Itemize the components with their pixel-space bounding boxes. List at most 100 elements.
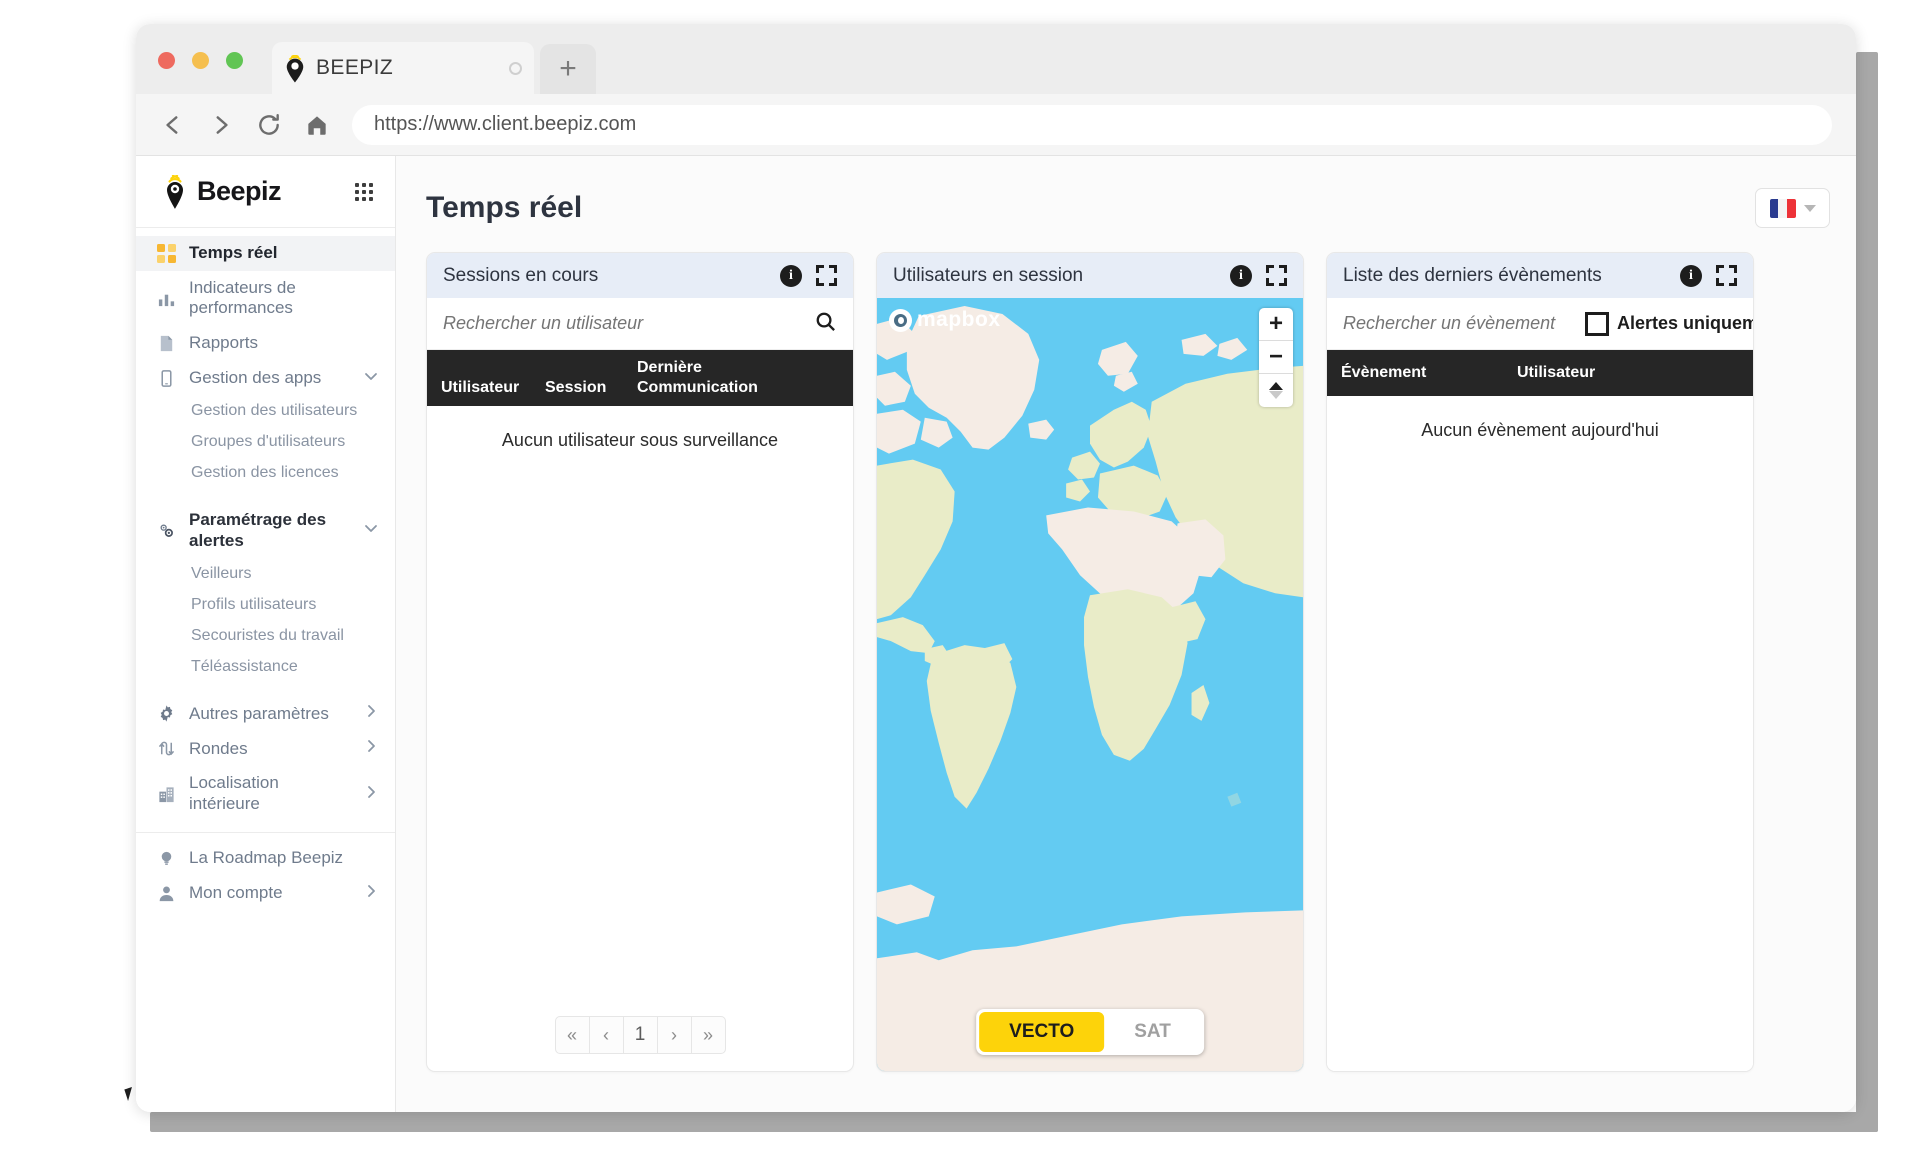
sidebar-item-teleassistance[interactable]: Téléassistance bbox=[136, 651, 395, 682]
sidebar-item-groupes-utilisateurs[interactable]: Groupes d'utilisateurs bbox=[136, 427, 395, 458]
chevron-right-icon[interactable] bbox=[363, 703, 379, 724]
back-icon[interactable] bbox=[160, 112, 186, 138]
card-liste-evenements: Liste des derniers évènements i Alertes … bbox=[1326, 252, 1754, 1072]
brand-lockup[interactable]: Beepiz bbox=[160, 175, 281, 209]
zoom-in-button[interactable]: + bbox=[1259, 308, 1293, 341]
bar-chart-icon bbox=[156, 289, 176, 308]
apps-grid-icon[interactable] bbox=[355, 183, 373, 201]
info-icon[interactable]: i bbox=[1680, 265, 1702, 287]
expand-icon[interactable] bbox=[816, 265, 837, 286]
pagination-page-1[interactable]: 1 bbox=[623, 1016, 658, 1054]
card-header: Sessions en cours i bbox=[427, 253, 853, 298]
column-header-derniere-communication: Dernière Communication bbox=[637, 358, 853, 398]
sidebar-item-gestion-utilisateurs[interactable]: Gestion des utilisateurs bbox=[136, 396, 395, 427]
forward-icon[interactable] bbox=[208, 112, 234, 138]
sidebar-nav: Temps réel Indicateurs de performances R… bbox=[136, 228, 395, 1112]
sidebar-subitem-label: Secouristes du travail bbox=[191, 627, 344, 645]
window-shadow-right bbox=[1856, 52, 1878, 1132]
column-header-line2: Communication bbox=[637, 378, 853, 398]
search-input[interactable] bbox=[1343, 313, 1577, 334]
map-zoom-controls: + − bbox=[1259, 308, 1293, 407]
sidebar-subitem-label: Profils utilisateurs bbox=[191, 596, 316, 614]
home-icon[interactable] bbox=[304, 112, 330, 138]
sidebar-item-profils-utilisateurs[interactable]: Profils utilisateurs bbox=[136, 589, 395, 620]
sidebar-item-parametrage-alertes[interactable]: Paramétrage des alertes bbox=[136, 503, 395, 558]
new-tab-button[interactable]: + bbox=[540, 44, 596, 94]
sidebar-item-gestion-apps[interactable]: Gestion des apps bbox=[136, 361, 395, 396]
column-header-evenement: Évènement bbox=[1327, 363, 1517, 383]
map-layer-sat-button[interactable]: SAT bbox=[1104, 1012, 1201, 1052]
sidebar-item-veilleurs[interactable]: Veilleurs bbox=[136, 558, 395, 589]
minimize-window-button[interactable] bbox=[192, 52, 209, 69]
mapbox-wordmark: mapbox bbox=[917, 308, 1001, 332]
alerts-only-checkbox[interactable] bbox=[1585, 312, 1609, 336]
search-icon[interactable] bbox=[814, 310, 837, 338]
sidebar-item-roadmap[interactable]: La Roadmap Beepiz bbox=[136, 841, 395, 876]
france-flag-icon bbox=[1770, 199, 1796, 218]
building-icon bbox=[156, 785, 176, 804]
user-icon bbox=[156, 884, 176, 903]
map-layer-vecto-button[interactable]: VECTO bbox=[979, 1012, 1104, 1052]
close-window-button[interactable] bbox=[158, 52, 175, 69]
sessions-table-header: Utilisateur Session Dernière Communicati… bbox=[427, 350, 853, 406]
sidebar-item-gestion-licences[interactable]: Gestion des licences bbox=[136, 458, 395, 489]
card-utilisateurs-en-session: Utilisateurs en session i bbox=[876, 252, 1304, 1072]
main-content: Temps réel Sessions en cours i bbox=[396, 156, 1856, 1112]
compass-icon[interactable] bbox=[1259, 374, 1293, 407]
chevron-right-icon[interactable] bbox=[363, 883, 379, 904]
sidebar-item-temps-reel[interactable]: Temps réel bbox=[136, 236, 395, 271]
expand-icon[interactable] bbox=[1266, 265, 1287, 286]
reload-icon[interactable] bbox=[256, 112, 282, 138]
info-icon[interactable]: i bbox=[1230, 265, 1252, 287]
events-search-row: Alertes uniquement bbox=[1327, 298, 1753, 350]
close-tab-icon[interactable] bbox=[509, 62, 522, 75]
sidebar-item-localisation-interieure[interactable]: Localisation intérieure bbox=[136, 766, 395, 821]
pagination-first[interactable]: « bbox=[555, 1016, 590, 1054]
application-root: Beepiz Temps réel bbox=[136, 156, 1856, 1112]
chevron-right-icon[interactable] bbox=[363, 784, 379, 805]
sidebar-item-rondes[interactable]: Rondes bbox=[136, 731, 395, 766]
sidebar-item-rapports[interactable]: Rapports bbox=[136, 326, 395, 361]
language-selector[interactable] bbox=[1755, 188, 1830, 228]
browser-tab[interactable]: BEEPIZ bbox=[272, 42, 534, 94]
sidebar-divider bbox=[136, 832, 395, 833]
chevron-down-icon[interactable] bbox=[363, 368, 379, 389]
mapbox-attribution[interactable]: mapbox bbox=[889, 308, 1001, 332]
chevron-down-icon bbox=[1804, 205, 1816, 212]
zoom-out-button[interactable]: − bbox=[1259, 341, 1293, 374]
pagination: « ‹ 1 › » bbox=[427, 999, 853, 1071]
events-table-header: Évènement Utilisateur bbox=[1327, 350, 1753, 396]
sidebar-item-label: Gestion des apps bbox=[189, 368, 350, 389]
pagination-next[interactable]: › bbox=[657, 1016, 692, 1054]
info-icon[interactable]: i bbox=[780, 265, 802, 287]
window-shadow-bottom bbox=[150, 1112, 1878, 1132]
sidebar-brand: Beepiz bbox=[136, 156, 395, 228]
map-layer-toggle: VECTO SAT bbox=[976, 1009, 1204, 1055]
chevron-right-icon[interactable] bbox=[363, 738, 379, 759]
sidebar-subitem-label: Gestion des licences bbox=[191, 464, 339, 482]
browser-tab-title: BEEPIZ bbox=[316, 56, 499, 80]
card-header: Liste des derniers évènements i bbox=[1327, 253, 1753, 298]
sidebar-item-label: Autres paramètres bbox=[189, 704, 350, 725]
browser-url-bar: https://www.client.beepiz.com bbox=[136, 94, 1856, 156]
sidebar-item-autres-parametres[interactable]: Autres paramètres bbox=[136, 696, 395, 731]
sidebar-subitem-label: Téléassistance bbox=[191, 658, 298, 676]
pagination-prev[interactable]: ‹ bbox=[589, 1016, 624, 1054]
chevron-down-icon[interactable] bbox=[363, 520, 379, 541]
sidebar-item-indicateurs[interactable]: Indicateurs de performances bbox=[136, 271, 395, 326]
card-actions: i bbox=[1680, 265, 1737, 287]
pagination-last[interactable]: » bbox=[691, 1016, 726, 1054]
expand-icon[interactable] bbox=[1716, 265, 1737, 286]
sidebar-item-label: Paramétrage des alertes bbox=[189, 510, 350, 551]
sidebar-item-secouristes[interactable]: Secouristes du travail bbox=[136, 620, 395, 651]
document-icon bbox=[156, 334, 176, 353]
sidebar-item-mon-compte[interactable]: Mon compte bbox=[136, 876, 395, 911]
search-input[interactable] bbox=[443, 313, 806, 334]
map-canvas[interactable]: mapbox + − VECTO SAT bbox=[877, 298, 1303, 1071]
column-header-session: Session bbox=[545, 358, 637, 398]
sidebar-subitem-label: Gestion des utilisateurs bbox=[191, 402, 357, 420]
maximize-window-button[interactable] bbox=[226, 52, 243, 69]
url-input[interactable]: https://www.client.beepiz.com bbox=[352, 105, 1832, 145]
column-header-utilisateur: Utilisateur bbox=[427, 358, 545, 398]
lightbulb-icon bbox=[156, 849, 176, 868]
